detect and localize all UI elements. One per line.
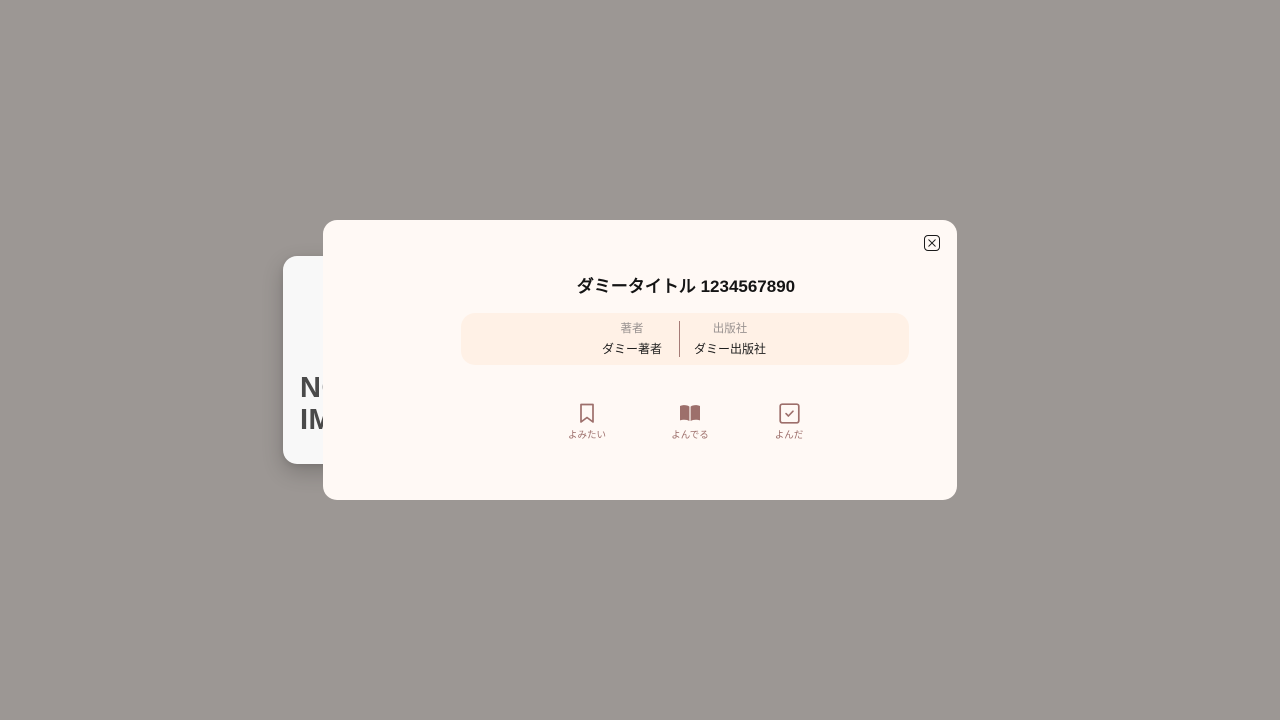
book-detail-modal: ダミータイトル 1234567890 著者 ダミー著者 出版社 ダミー出版社 よ… bbox=[323, 220, 957, 500]
reading-label: よんでる bbox=[671, 430, 709, 441]
publisher-value: ダミー出版社 bbox=[693, 342, 766, 356]
want-to-read-label: よみたい bbox=[567, 430, 606, 441]
open-book-icon bbox=[679, 402, 701, 424]
read-label: よんだ bbox=[774, 430, 804, 441]
book-info-panel: 著者 ダミー著者 出版社 ダミー出版社 bbox=[461, 313, 909, 365]
reading-button[interactable]: よんでる bbox=[660, 402, 720, 442]
publisher-label: 出版社 bbox=[712, 321, 748, 335]
read-button[interactable]: よんだ bbox=[759, 402, 819, 442]
close-button[interactable] bbox=[924, 235, 940, 251]
want-to-read-button[interactable]: よみたい bbox=[557, 402, 617, 442]
publisher-info: 出版社 ダミー出版社 bbox=[670, 321, 790, 357]
book-title: ダミータイトル 1234567890 bbox=[576, 277, 796, 296]
close-icon bbox=[928, 239, 936, 247]
check-square-icon bbox=[778, 402, 800, 424]
bookmark-icon bbox=[576, 402, 598, 424]
